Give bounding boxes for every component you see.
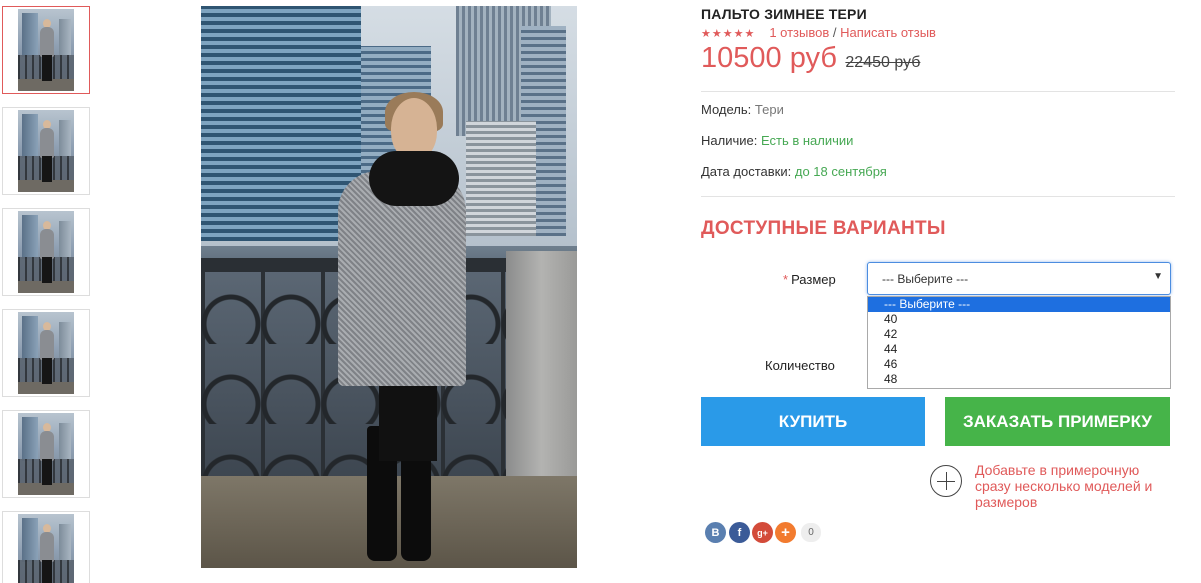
share-count: 0 [801,523,821,542]
size-option[interactable]: 48 [868,372,1170,387]
price-row: 10500 руб 22450 руб [701,42,920,75]
thumbnail-image [18,312,74,394]
old-price: 22450 руб [845,54,921,71]
size-label-text: Размер [791,272,836,287]
spec-model-value: Тери [754,102,784,117]
size-label: * Размер [783,272,836,287]
size-select[interactable]: --- Выберите --- ▼ [867,262,1171,295]
divider [701,196,1175,197]
add-circle-icon[interactable] [930,465,962,497]
buy-button[interactable]: КУПИТЬ [701,397,925,446]
more-share-icon[interactable]: + [775,522,796,543]
size-option[interactable]: --- Выберите --- [868,297,1170,312]
spec-delivery: Дата доставки: до 18 сентября [701,164,887,179]
thumbnail-6[interactable] [2,511,90,583]
write-review-link[interactable]: Написать отзыв [840,25,936,40]
thumbnail-image [18,211,74,293]
thumbnail-1[interactable] [2,6,90,94]
vk-share-icon[interactable]: B [705,522,726,543]
thumbnail-3[interactable] [2,208,90,296]
stone-pillar-shape [506,251,577,491]
options-heading: ДОСТУПНЫЕ ВАРИАНТЫ [701,218,946,239]
spec-delivery-value: до 18 сентября [794,164,887,179]
thumbnail-image [18,514,74,583]
order-fitting-button[interactable]: ЗАКАЗАТЬ ПРИМЕРКУ [945,397,1170,446]
size-option[interactable]: 40 [868,312,1170,327]
spec-availability: Наличие: Есть в наличии [701,133,853,148]
size-select-value: --- Выберите --- [882,272,969,286]
spec-availability-value: Есть в наличии [760,133,854,148]
fur-collar-shape [369,151,459,206]
spec-delivery-label: Дата доставки: [701,164,792,179]
thumbnail-image [18,9,74,91]
spec-availability-label: Наличие: [701,133,758,148]
rating-row: ★★★★★ 1 отзывов / Написать отзыв [701,25,936,40]
star-rating-icon: ★★★★★ [701,28,756,40]
thumbnail-2[interactable] [2,107,90,195]
google-plus-share-icon[interactable]: g+ [752,522,773,543]
spec-model: Модель: Тери [701,102,784,117]
size-option[interactable]: 42 [868,327,1170,342]
main-product-image[interactable] [201,6,577,568]
size-option[interactable]: 46 [868,357,1170,372]
spec-model-label: Модель: [701,102,752,117]
required-mark: * [783,272,789,287]
facebook-share-icon[interactable]: f [729,522,750,543]
building-shape [201,6,361,241]
thumbnail-image [18,110,74,192]
size-dropdown-list: --- Выберите --- 40 42 44 46 48 [867,296,1171,389]
divider [701,91,1175,92]
thumbnail-image [18,413,74,495]
size-option[interactable]: 44 [868,342,1170,357]
quantity-label: Количество [765,358,835,373]
building-shape [466,121,536,236]
chevron-down-icon: ▼ [1153,271,1163,282]
thumbnail-5[interactable] [2,410,90,498]
add-to-fitting-note[interactable]: Добавьте в примерочную сразу несколько м… [975,462,1175,510]
separator: / [832,25,837,40]
current-price: 10500 руб [701,42,837,74]
reviews-link[interactable]: 1 отзывов [769,25,829,40]
thumbnail-4[interactable] [2,309,90,397]
product-title: ПАЛЬТО ЗИМНЕЕ ТЕРИ [701,6,867,22]
